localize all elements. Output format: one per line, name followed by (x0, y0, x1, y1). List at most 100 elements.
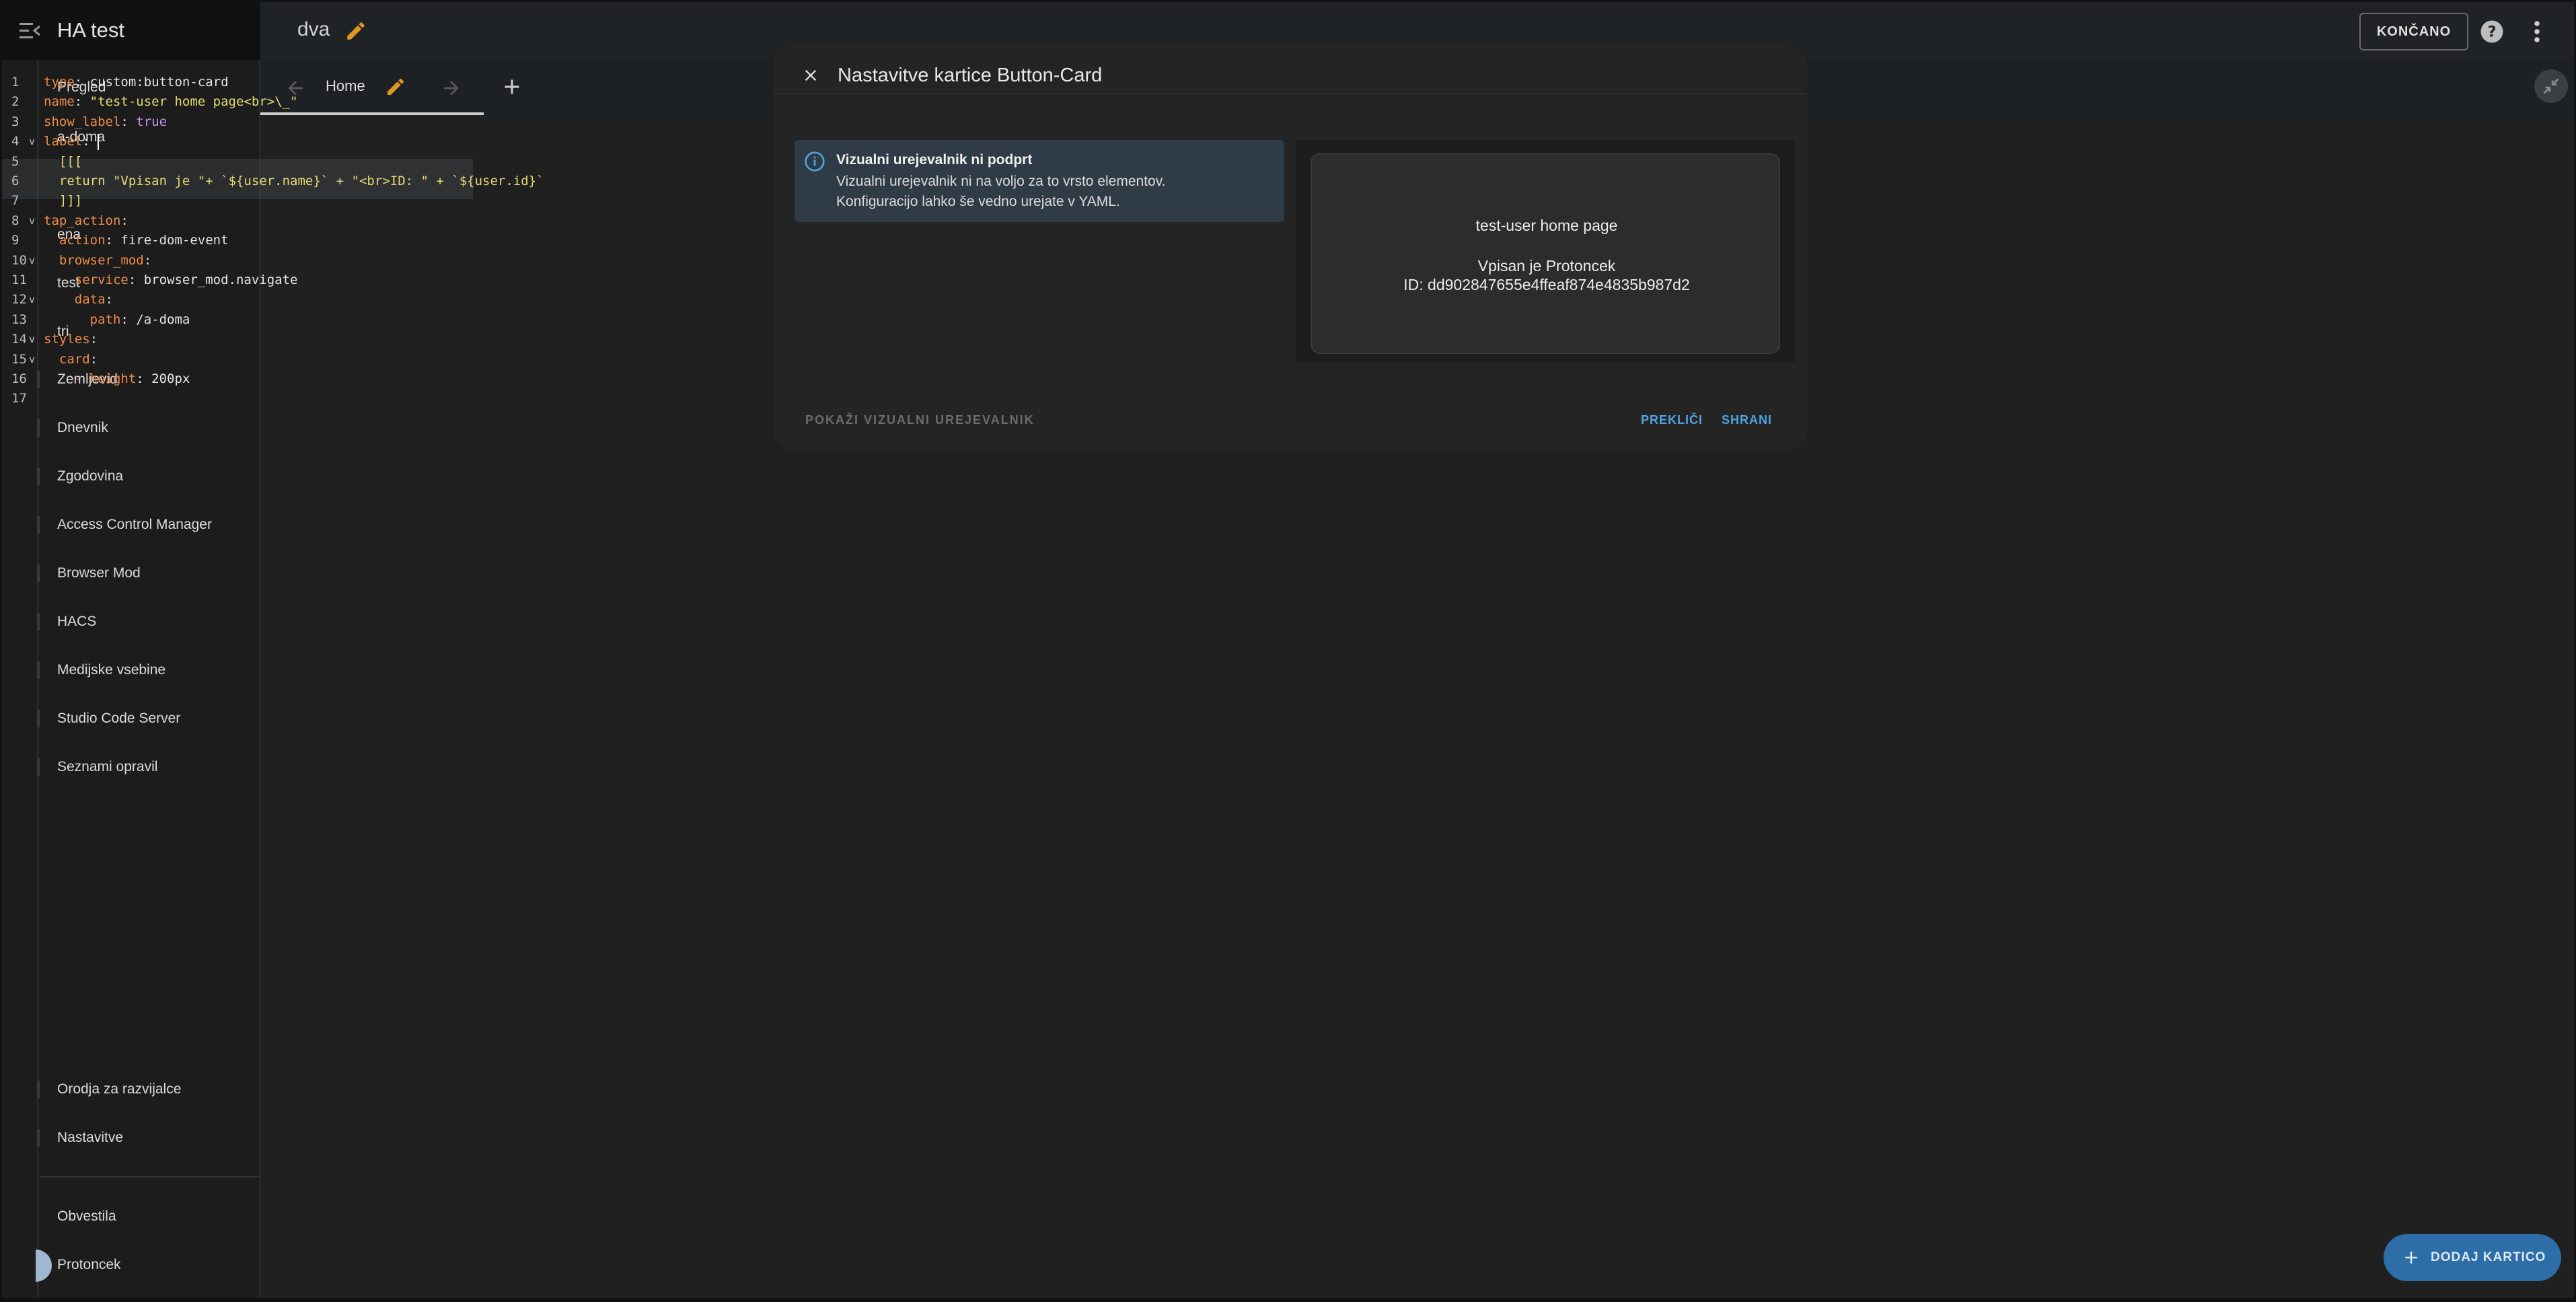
line-number: 17 (11, 391, 27, 406)
fold-chevron-icon[interactable]: v (29, 132, 35, 151)
done-button[interactable]: KONČANO (2359, 13, 2468, 50)
fold-chevron-icon[interactable]: v (29, 251, 35, 270)
line-number: 11 (11, 273, 27, 287)
tab-active-indicator (260, 112, 484, 115)
code-token: true (136, 114, 168, 129)
code-token: - height (44, 371, 137, 386)
card-config-dialog: Nastavitve kartice Button-Card Vizualni … (773, 43, 1807, 451)
sidebar-item-todo[interactable]: Seznami opravil (2, 746, 260, 788)
line-number: 2 (11, 94, 20, 110)
line-number: 6 (11, 174, 20, 188)
code-token: service (44, 273, 128, 287)
sidebar-title: HA test (57, 18, 124, 42)
save-button[interactable]: SHRANI (1722, 413, 1772, 427)
tab-home[interactable]: Home (326, 77, 365, 95)
line-number: 3 (11, 114, 20, 129)
sidebar-item-marker (37, 710, 40, 727)
preview-card-name: test-user home page (1475, 217, 1618, 234)
code-token: return "Vpisan je "+ `${user.name}` + "<… (44, 174, 544, 188)
sidebar-item-label: Access Control Manager (57, 517, 212, 532)
sidebar-item-browser-mod[interactable]: Browser Mod (2, 552, 260, 594)
dialog-title: Nastavitve kartice Button-Card (838, 65, 1103, 86)
add-card-label: DODAJ KARTICO (2431, 1250, 2546, 1264)
menu-open-icon[interactable] (20, 21, 41, 41)
sidebar-item-dnevnik[interactable]: Dnevnik (2, 407, 260, 449)
fold-chevron-icon[interactable]: v (29, 330, 35, 349)
sidebar-item-label: Browser Mod (57, 565, 141, 581)
visual-editor-alert: Vizualni urejevalnik ni podprt Vizualni … (795, 140, 1284, 222)
sidebar-item-marker (37, 758, 40, 776)
app-root: HA test Pregled a-doma ena test tri Zeml… (0, 0, 2576, 1302)
code-text: - height: 200px (44, 369, 190, 389)
code-token: : (120, 114, 137, 129)
sidebar-item-zgodovina[interactable]: Zgodovina (2, 456, 260, 497)
line-number: 16 (11, 371, 27, 386)
sidebar-item-label: Nastavitve (57, 1130, 124, 1145)
sidebar-item-marker (37, 1081, 40, 1098)
code-token: : /a-doma (120, 312, 190, 327)
sidebar-item-access-control[interactable]: Access Control Manager (2, 504, 260, 546)
code-token: styles (44, 332, 90, 347)
sidebar-item-media[interactable]: Medijske vsebine (2, 649, 260, 691)
pencil-icon[interactable] (344, 20, 367, 42)
sidebar-item-code-server[interactable]: Studio Code Server (2, 698, 260, 739)
code-text: path: /a-doma (44, 310, 190, 330)
alert-line: Konfiguracijo lahko še vedno urejate v Y… (836, 194, 1120, 209)
fold-chevron-icon[interactable]: v (29, 211, 35, 231)
fold-chevron-icon[interactable]: v (29, 350, 35, 369)
sidebar-item-label: Dnevnik (57, 420, 108, 435)
line-number: 7 (11, 193, 20, 209)
button-card-preview[interactable]: test-user home page Vpisan je Protoncek … (1311, 153, 1780, 354)
line-number: 5 (11, 153, 20, 169)
help-circle-icon[interactable]: ? (2480, 20, 2504, 44)
code-token: show_label (44, 114, 121, 129)
preview-card-user-id: ID: dd902847655e4ffeaf874e4835b987d2 (1403, 276, 1690, 293)
sidebar-item-marker (37, 1129, 40, 1147)
arrow-collapse-icon (2543, 78, 2559, 94)
close-icon[interactable] (801, 66, 820, 85)
code-token: label (44, 134, 83, 149)
code-token: : (143, 252, 152, 268)
code-text: data: (44, 290, 113, 310)
sidebar-item-dev-tools[interactable]: Orodja za razvijalce (2, 1069, 260, 1110)
sidebar-item-marker (37, 661, 40, 679)
code-token: ]]] (44, 193, 83, 209)
line-number: 13 (11, 312, 27, 327)
code-token: : custom:button-card (74, 75, 229, 89)
code-token: action (44, 233, 106, 248)
show-visual-editor-button[interactable]: POKAŽI VIZUALNI UREJEVALNIK (805, 413, 1035, 427)
text-caret (98, 133, 100, 150)
add-card-button[interactable]: DODAJ KARTICO (2384, 1234, 2561, 1281)
sidebar-item-label: Protoncek (57, 1257, 121, 1272)
arrow-right-icon[interactable] (441, 77, 462, 99)
sidebar-item-hacs[interactable]: HACS (2, 601, 260, 643)
code-text: show_label: true (44, 112, 167, 132)
code-token: : (105, 292, 113, 308)
plus-icon[interactable] (500, 75, 524, 99)
sidebar-item-label: Medijske vsebine (57, 662, 166, 678)
code-token: : (120, 213, 128, 228)
code-text: label: (44, 132, 100, 151)
code-token: type (44, 75, 75, 89)
code-token: "test-user home page<br>\_" (89, 94, 298, 110)
code-text: return "Vpisan je "+ `${user.name}` + "<… (44, 172, 544, 191)
code-token: path (44, 312, 121, 327)
code-token: name (44, 94, 75, 110)
sidebar-item-notifications[interactable]: Obvestila (2, 1196, 260, 1237)
sidebar-item-settings[interactable]: Nastavitve (2, 1117, 260, 1159)
dots-vertical-icon[interactable] (2533, 20, 2541, 44)
sidebar-item-label: Obvestila (57, 1208, 116, 1224)
pencil-icon[interactable] (385, 76, 406, 98)
svg-text:?: ? (2487, 24, 2496, 41)
collapse-button[interactable] (2534, 69, 2568, 103)
sidebar-item-marker (37, 419, 40, 437)
fold-chevron-icon[interactable]: v (29, 290, 35, 310)
sidebar-item-label: Orodja za razvijalce (57, 1081, 182, 1097)
sidebar-header: HA test (2, 2, 260, 60)
sidebar-item-label: Studio Code Server (57, 711, 181, 726)
code-text: styles: (44, 330, 98, 349)
sidebar-item-user[interactable]: Protoncek (2, 1244, 260, 1286)
cancel-button[interactable]: PREKLIČI (1641, 413, 1703, 427)
code-text: action: fire-dom-event (44, 231, 229, 250)
code-token: : fire-dom-event (105, 233, 229, 248)
